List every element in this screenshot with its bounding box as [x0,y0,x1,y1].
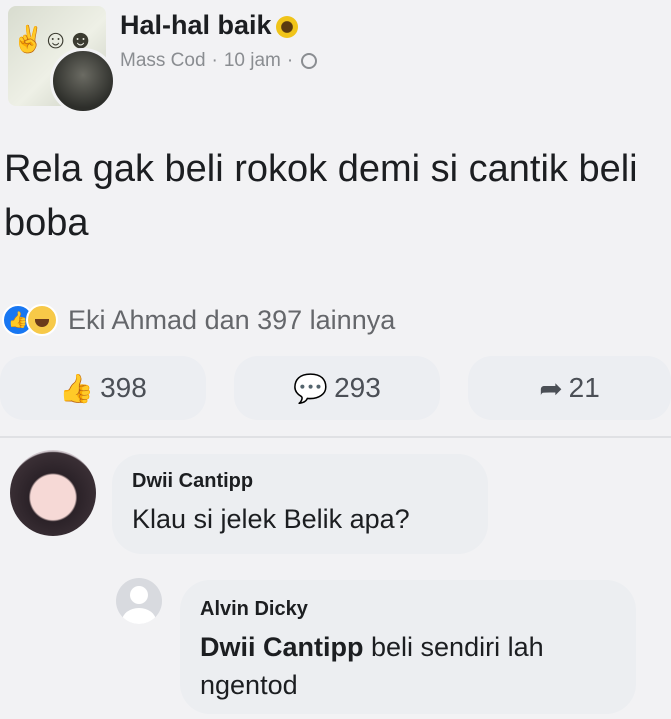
post-header: ✌☺☻ Hal-hal baik Mass Cod · 10 jam · [0,0,671,114]
comment-text: Klau si jelek Belik apa? [132,504,410,534]
reactions-summary[interactable]: 👍 Eki Ahmad dan 397 lainnya [2,300,395,340]
default-avatar-icon[interactable] [116,578,162,624]
reply-mention[interactable]: Dwii Cantipp [200,632,364,662]
comment-count: 293 [334,372,381,403]
meta-separator: · [211,50,218,71]
divider [0,436,671,438]
meta-separator: · [286,50,294,71]
haha-reaction-icon [26,304,58,336]
sunflower-icon [275,15,298,38]
like-count: 398 [100,372,147,403]
comment-icon: 💬 [293,372,329,404]
share-button[interactable]: ➦ 21 [468,356,671,420]
reply-author[interactable]: Alvin Dicky [200,598,308,621]
globe-icon [301,52,318,69]
post-time[interactable]: 10 jam [224,50,281,71]
like-button[interactable]: 👍 398 [0,356,206,420]
author-name[interactable]: Mass Cod [120,50,206,71]
action-bar: 👍 398 💬 293 ➦ 21 [0,356,671,420]
thumbs-up-icon: 👍 [59,372,95,404]
share-icon: ➦ [539,372,563,404]
comment-avatar[interactable] [10,450,96,536]
group-name[interactable]: Hal-hal baik [120,10,298,41]
post-meta: Mass Cod · 10 jam · [120,50,318,72]
author-avatar[interactable] [50,48,116,114]
reactions-text: Eki Ahmad dan 397 lainnya [68,304,396,335]
reply-text: Dwii Cantipp beli sendiri lah ngentod [200,628,620,704]
share-count: 21 [568,372,600,403]
comment-bubble: Dwii Cantipp Klau si jelek Belik apa? [112,454,488,554]
comment-author[interactable]: Dwii Cantipp [132,470,253,493]
post-text: Rela gak beli rokok demi si cantik beli … [4,148,638,244]
reply-bubble: Alvin Dicky Dwii Cantipp beli sendiri la… [180,580,636,714]
comment-button[interactable]: 💬 293 [234,356,440,420]
group-name-text: Hal-hal baik [120,10,272,40]
